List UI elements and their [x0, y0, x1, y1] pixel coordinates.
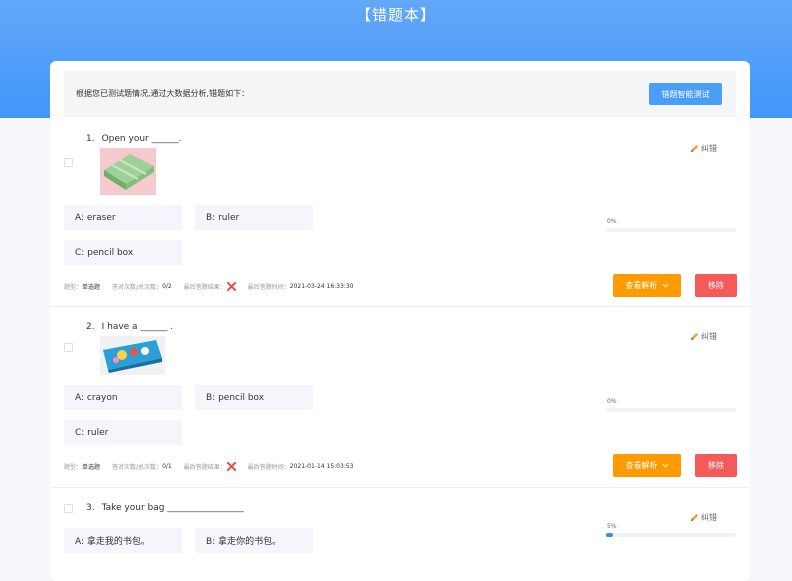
question-3-option-a[interactable]: A: 拿走我的书包。 [64, 528, 182, 553]
chevron-down-icon [662, 463, 668, 468]
question-2-meta: 题型： 单选题 答对次数/总次数： 0/1 最后答题结果： 最后答题时间： 2021-… [64, 462, 354, 471]
pencil-icon [690, 513, 699, 522]
question-2-accuracy-percent: 0% [607, 398, 617, 405]
pencil-icon [690, 144, 699, 153]
question-1-image [100, 148, 156, 195]
divider [50, 487, 750, 488]
info-text: 根据您已测试题情况,通过大数据分析,错题如下： [76, 89, 250, 98]
question-1-option-b[interactable]: B: ruler [195, 205, 313, 230]
question-text: Open your ______. [101, 134, 182, 144]
accuracy-fill [606, 533, 613, 537]
question-2-stem: 2. I have a ______ . [86, 322, 173, 332]
pencil-box-picture [100, 336, 165, 375]
question-2-image [100, 336, 165, 375]
chevron-down-icon [662, 283, 668, 288]
question-number: 2. [86, 322, 95, 332]
question-2-accuracy-bar [606, 408, 736, 412]
question-number: 1. [86, 134, 95, 144]
question-2-remove-button[interactable]: 移除 [695, 454, 737, 477]
question-text: Take your bag _________________ [101, 503, 244, 513]
question-1-accuracy-percent: 0% [607, 218, 617, 225]
question-2-analysis-button[interactable]: 查看解析 [613, 454, 681, 477]
correct-label: 纠错 [701, 513, 717, 522]
question-2-option-a[interactable]: A: crayon [64, 385, 182, 410]
info-bar: 根据您已测试题情况,通过大数据分析,错题如下： 错题智能测试 [64, 71, 736, 117]
question-1-checkbox[interactable] [64, 158, 73, 167]
question-1-correct-button[interactable]: 纠错 [690, 143, 717, 154]
question-number: 3. [86, 503, 95, 513]
wrong-questions-card: 根据您已测试题情况,通过大数据分析,错题如下： 错题智能测试 1. Open yo… [50, 61, 750, 581]
pencil-icon [690, 332, 699, 341]
question-3-stem: 3. Take your bag _________________ [86, 503, 244, 513]
question-1-stem: 1. Open your ______. [86, 134, 181, 144]
question-1-accuracy-bar [606, 228, 736, 232]
question-1-option-c[interactable]: C: pencil box [64, 240, 182, 265]
question-3-checkbox[interactable] [64, 504, 73, 513]
divider [50, 306, 750, 307]
correct-label: 纠错 [701, 332, 717, 341]
question-1-remove-button[interactable]: 移除 [695, 274, 737, 297]
question-1-analysis-button[interactable]: 查看解析 [613, 274, 681, 297]
question-2-option-c[interactable]: C: ruler [64, 420, 182, 445]
page-title: 【错题本】 [355, 6, 436, 24]
question-3-option-b[interactable]: B: 拿走你的书包。 [195, 528, 313, 553]
smart-test-button[interactable]: 错题智能测试 [649, 83, 722, 105]
question-3-accuracy-bar [606, 533, 736, 537]
correct-label: 纠错 [701, 144, 717, 153]
question-2-checkbox[interactable] [64, 343, 73, 352]
question-2-option-b[interactable]: B: pencil box [195, 385, 313, 410]
wrong-x-icon [226, 282, 236, 291]
question-3-correct-button[interactable]: 纠错 [690, 512, 717, 523]
question-text: I have a ______ . [101, 322, 174, 332]
question-1-option-a[interactable]: A: eraser [64, 205, 182, 230]
question-1-meta: 题型： 单选题 答对次数/总次数： 0/2 最后答题结果： 最后答题时间： 2021-… [64, 282, 354, 291]
question-2-correct-button[interactable]: 纠错 [690, 331, 717, 342]
question-3-accuracy-percent: 5% [607, 523, 617, 530]
eraser-picture [100, 148, 156, 195]
wrong-x-icon [226, 462, 236, 471]
